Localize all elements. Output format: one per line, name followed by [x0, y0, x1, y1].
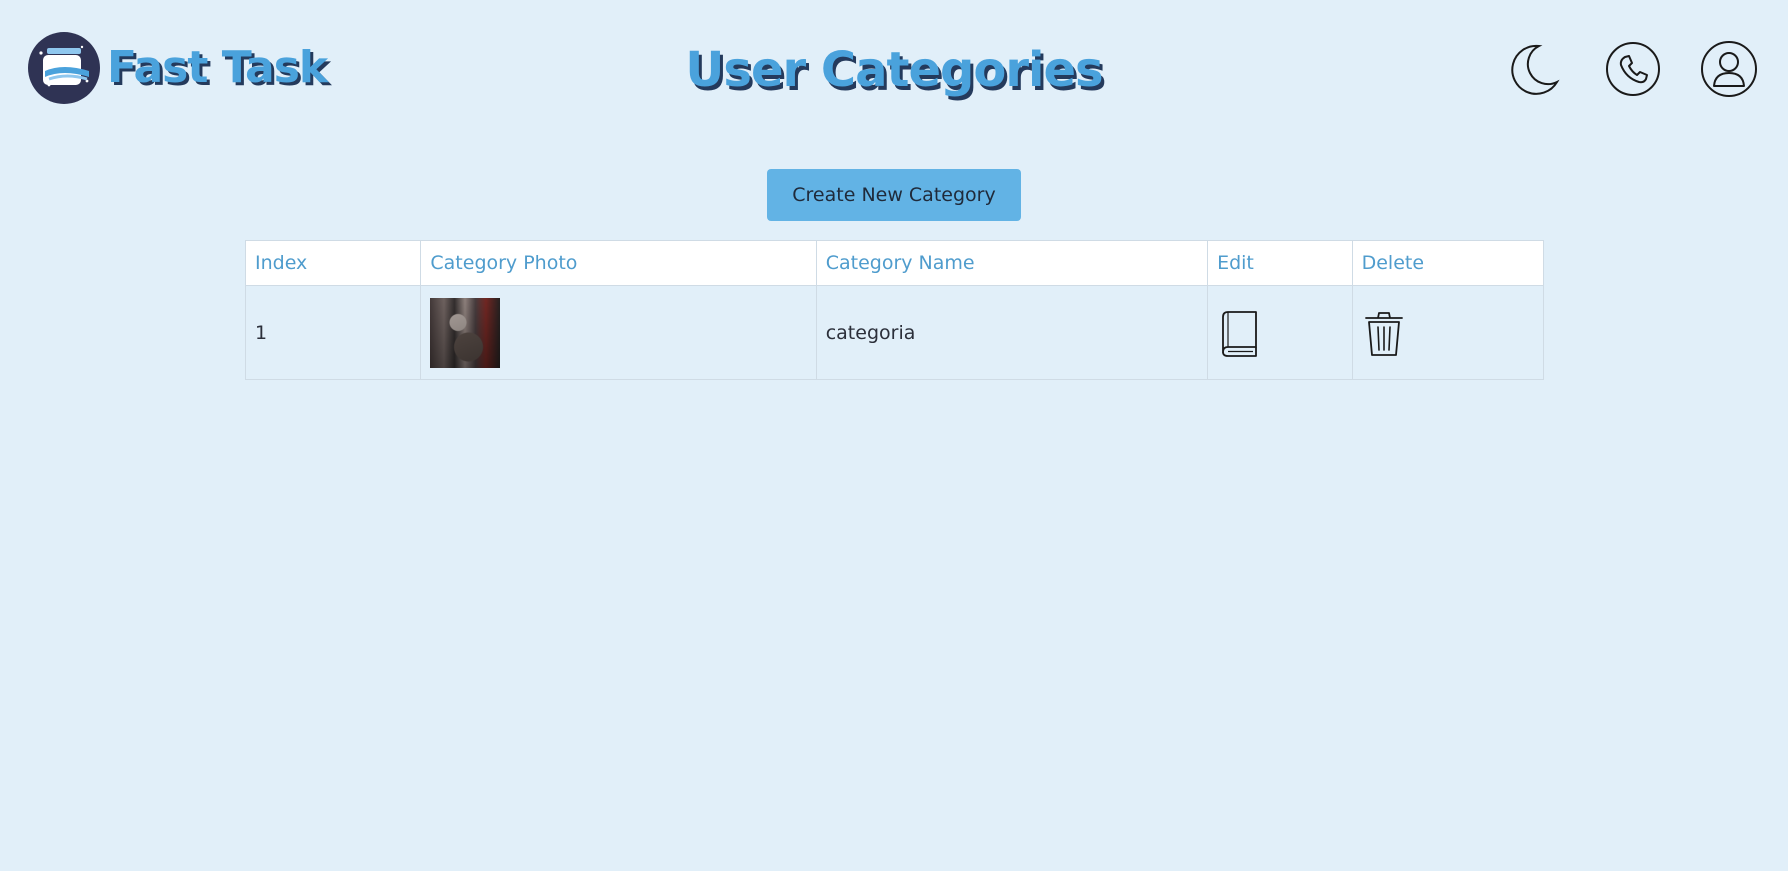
moon-icon[interactable]: [1503, 40, 1561, 98]
column-header-index: Index: [244, 240, 422, 286]
column-header-delete: Delete: [1351, 240, 1545, 286]
user-icon[interactable]: [1700, 40, 1758, 98]
phone-icon[interactable]: [1604, 40, 1662, 98]
column-header-name: Category Name: [815, 240, 1209, 286]
row-photo-cell: [420, 285, 817, 380]
book-icon[interactable]: [1217, 309, 1261, 357]
trash-icon[interactable]: [1362, 309, 1406, 357]
categories-table: Index Category Photo Category Name Edit …: [244, 240, 1545, 380]
row-edit-cell: [1207, 285, 1353, 380]
table-header-row: Index Category Photo Category Name Edit …: [244, 240, 1545, 286]
column-header-edit: Edit: [1207, 240, 1353, 286]
table-row: 1 categoria: [244, 285, 1545, 380]
row-category-name: categoria: [815, 285, 1209, 380]
row-delete-cell: [1351, 285, 1545, 380]
create-category-button[interactable]: Create New Category: [767, 169, 1021, 221]
category-photo: [430, 297, 501, 368]
column-header-photo: Category Photo: [420, 240, 817, 286]
row-index: 1: [244, 285, 422, 380]
